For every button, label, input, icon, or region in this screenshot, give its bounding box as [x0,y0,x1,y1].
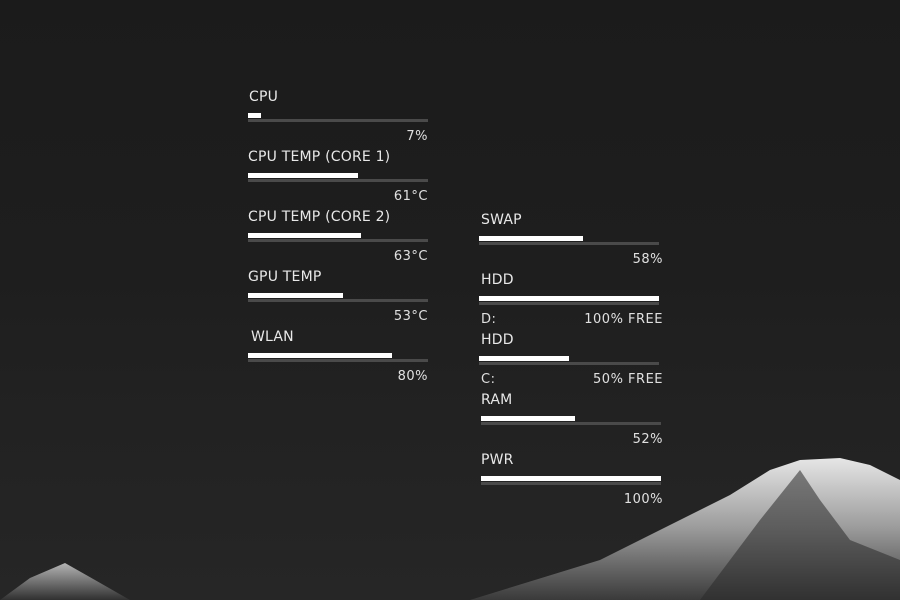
cpu-temp-core2-bar-track [248,239,428,242]
ram-value: 52% [632,432,663,447]
gpu-temp-bar-track [248,299,428,302]
ram-bar-fill [481,416,575,421]
cpu-temp-core2-label: CPU TEMP (CORE 2) [248,209,391,225]
cpu-bar-fill [248,113,261,118]
cpu-temp-core2-value: 63°C [393,249,428,264]
hdd-c-value: 50% FREE [593,372,663,387]
hdd-d-value: 100% FREE [584,312,663,327]
gpu-temp-bar-fill [248,293,343,298]
hdd-d-label: HDD [481,272,514,288]
wlan-label: WLAN [251,329,294,345]
ram-bar-track [481,422,661,425]
cpu-label: CPU [249,89,279,105]
hdd-c-label: HDD [481,332,514,348]
mountain-wallpaper [0,458,900,600]
wlan-value: 80% [397,369,428,384]
wlan-bar-fill [248,353,392,358]
pwr-meter: PWR 100% [481,452,667,510]
cpu-value: 7% [406,129,428,144]
hdd-d-drive-letter: D: [481,312,497,327]
swap-meter: SWAP 58% [479,212,665,270]
gpu-temp-meter: GPU TEMP 53°C [248,269,434,327]
gpu-temp-value: 53°C [393,309,428,324]
cpu-temp-core1-label: CPU TEMP (CORE 1) [248,149,391,165]
wlan-bar-track [248,359,428,362]
hdd-c-bar-fill [479,356,569,361]
cpu-temp-core2-bar-fill [248,233,361,238]
cpu-temp-core1-value: 61°C [393,189,428,204]
pwr-bar-track [481,482,661,485]
cpu-temp-core1-bar-fill [248,173,358,178]
swap-bar-track [479,242,659,245]
ram-meter: RAM 52% [481,392,667,450]
swap-value: 58% [632,252,663,267]
hdd-d-bar-fill [479,296,659,301]
pwr-bar-fill [481,476,661,481]
mountain-left [0,563,130,600]
hdd-c-bar-track [479,362,659,365]
swap-label: SWAP [481,212,522,228]
ram-label: RAM [481,392,513,408]
cpu-bar-track [248,119,428,122]
pwr-value: 100% [623,492,663,507]
pwr-label: PWR [481,452,514,468]
cpu-temp-core2-meter: CPU TEMP (CORE 2) 63°C [248,209,434,267]
gpu-temp-label: GPU TEMP [248,269,322,285]
cpu-temp-core1-bar-track [248,179,428,182]
hdd-d-meter: HDD D: 100% FREE [479,272,665,330]
cpu-temp-core1-meter: CPU TEMP (CORE 1) 61°C [248,149,434,207]
hdd-c-drive-letter: C: [481,372,496,387]
wlan-meter: WLAN 80% [248,329,434,387]
swap-bar-fill [479,236,583,241]
hdd-d-bar-track [479,302,659,305]
hdd-c-meter: HDD C: 50% FREE [479,332,665,390]
cpu-meter: CPU 7% [248,89,434,147]
